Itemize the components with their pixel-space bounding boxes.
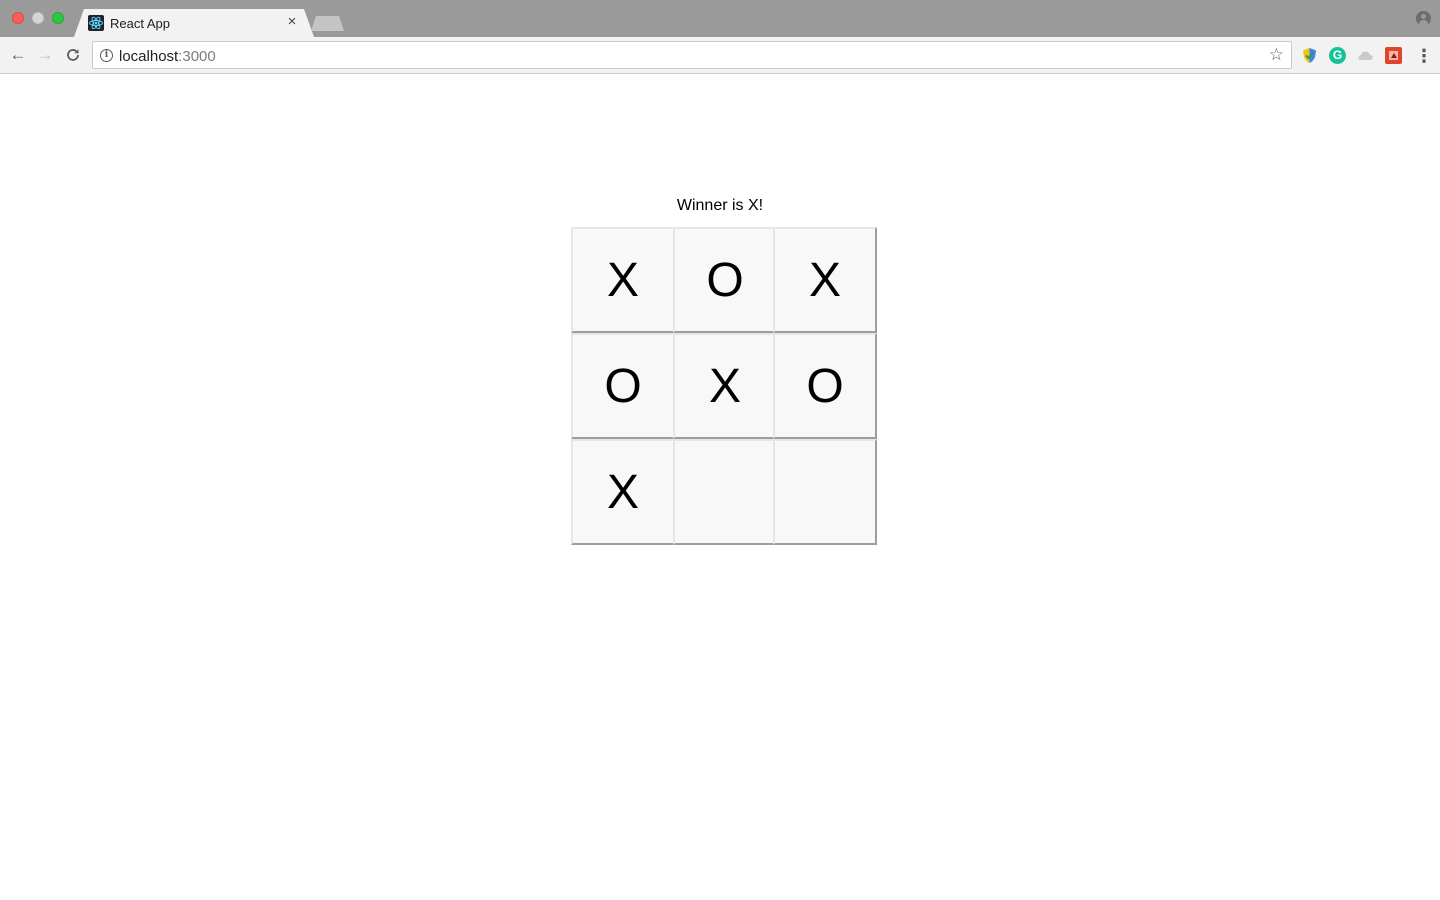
grammarly-letter: G — [1332, 48, 1343, 62]
game-status: Winner is X! — [676, 197, 764, 214]
window-close-button[interactable] — [12, 12, 24, 24]
url-text[interactable]: localhost:3000 — [119, 48, 216, 65]
cloud-extension-icon[interactable] — [1357, 47, 1374, 64]
board-square-6[interactable]: X — [571, 439, 675, 545]
board-square-5[interactable]: O — [773, 333, 877, 439]
arrow-left-icon[interactable]: ← — [8, 45, 28, 65]
browser-toolbar: ← → i localhost:3000 ☆ G ⋮ — [0, 37, 1440, 74]
board-square-8[interactable] — [773, 439, 877, 545]
new-tab-button[interactable] — [311, 16, 344, 31]
board-square-3[interactable]: O — [571, 333, 675, 439]
window-titlebar: React App × — [0, 0, 1440, 37]
reload-icon[interactable] — [63, 45, 83, 65]
board-square-2[interactable]: X — [773, 227, 877, 333]
tab-close-icon[interactable]: × — [284, 14, 300, 30]
browser-tab-active[interactable]: React App × — [74, 9, 314, 37]
window-maximize-button[interactable] — [52, 12, 64, 24]
star-icon[interactable]: ☆ — [1269, 46, 1284, 64]
arrow-right-icon[interactable]: → — [35, 45, 55, 65]
board-square-1[interactable]: O — [673, 227, 777, 333]
info-icon[interactable]: i — [100, 49, 113, 62]
shield-extension-icon[interactable] — [1301, 47, 1318, 64]
url-host: localhost — [119, 48, 179, 65]
red-extension-icon[interactable] — [1385, 47, 1402, 64]
kebab-menu-icon[interactable]: ⋮ — [1415, 46, 1433, 66]
address-bar[interactable]: i localhost:3000 ☆ — [92, 41, 1292, 69]
board-square-0[interactable]: X — [571, 227, 675, 333]
profile-icon[interactable] — [1416, 11, 1431, 26]
tab-title: React App — [110, 16, 170, 31]
react-logo-icon — [88, 15, 104, 31]
board-square-7[interactable] — [673, 439, 777, 545]
url-port: :3000 — [178, 48, 216, 65]
grammarly-extension-icon[interactable]: G — [1329, 47, 1346, 64]
window-minimize-button[interactable] — [32, 12, 44, 24]
game-board: X O X O X O X — [571, 227, 877, 545]
board-square-4[interactable]: X — [673, 333, 777, 439]
